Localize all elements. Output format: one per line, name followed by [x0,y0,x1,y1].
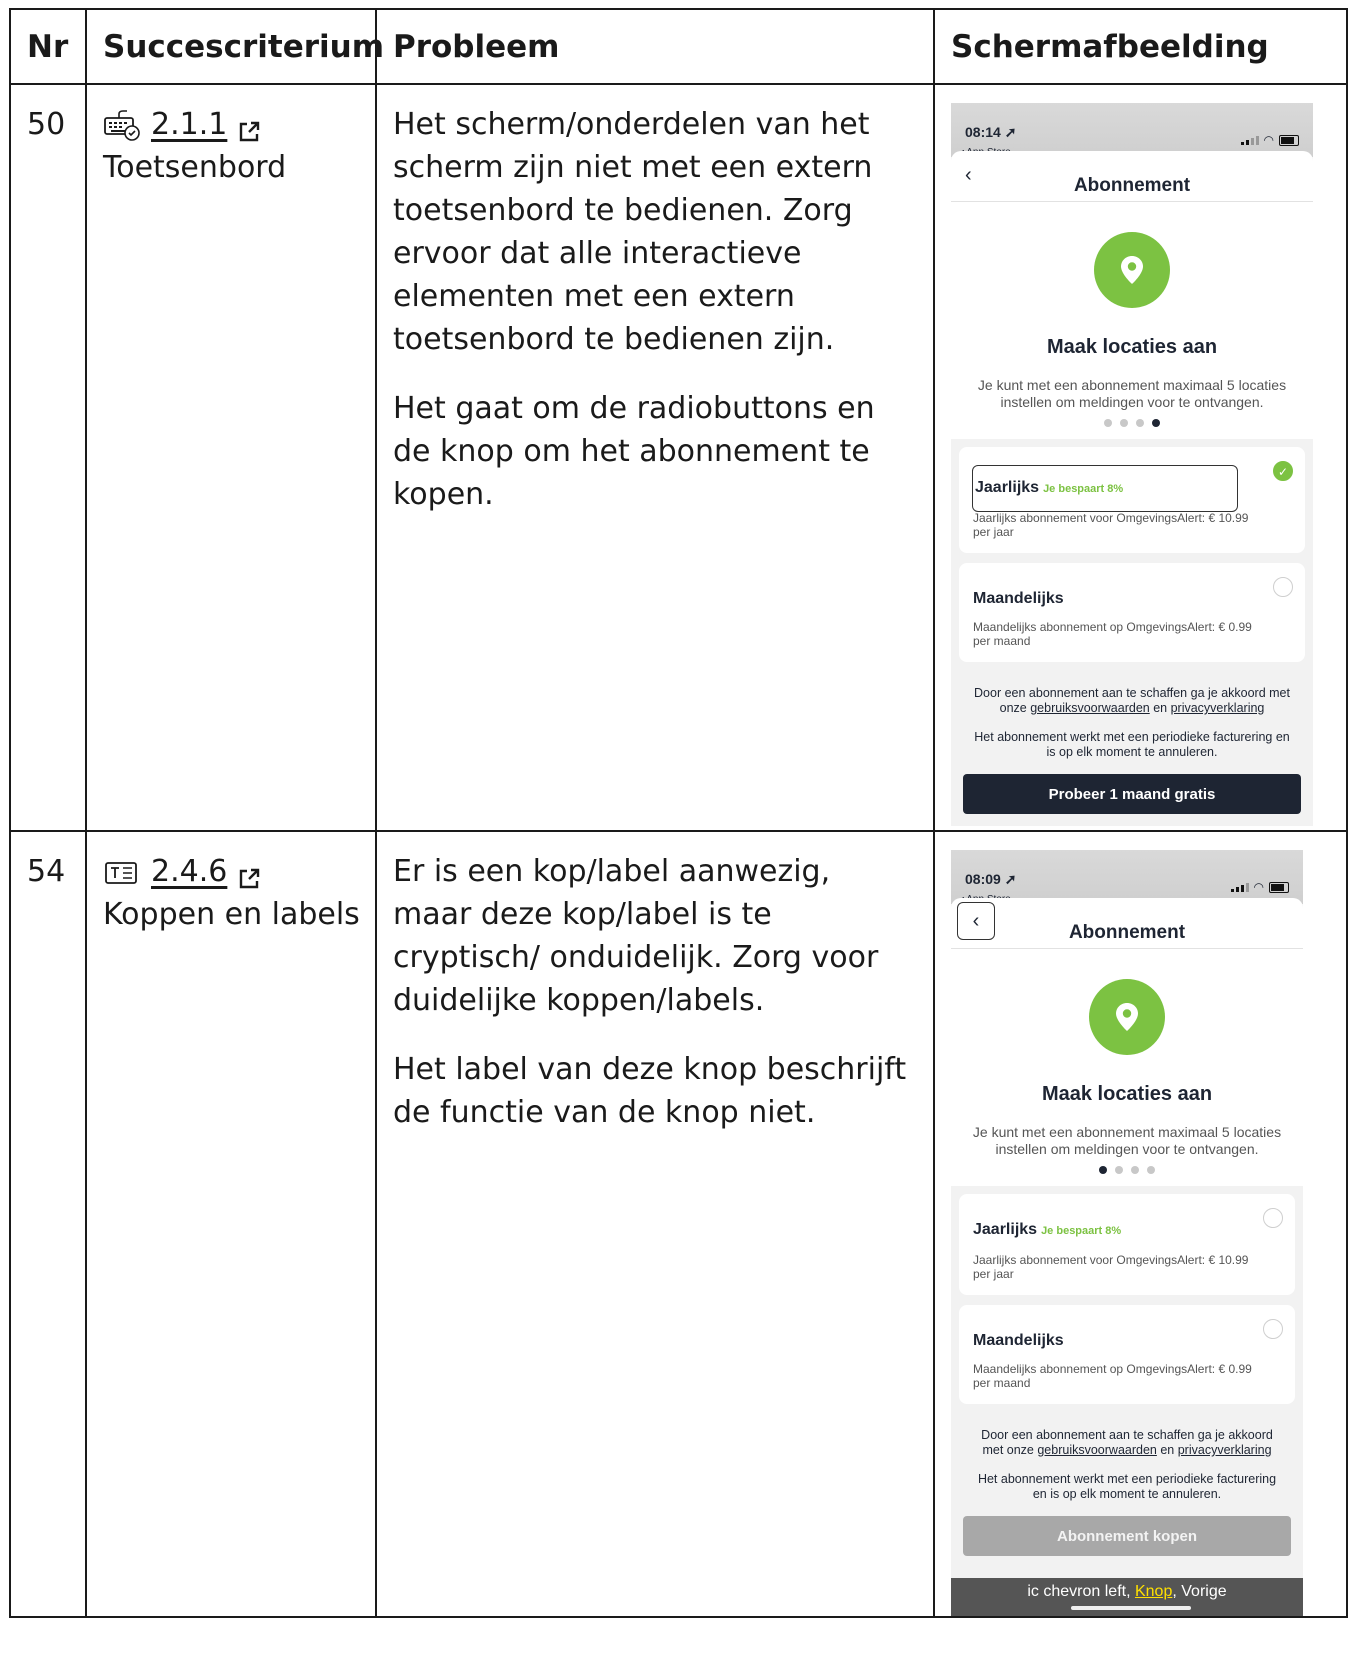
plan-option-yearly[interactable]: Jaarlijks Je bespaart 8% Jaarlijks abonne… [959,1194,1295,1295]
criterion-link[interactable]: 2.1.1 [151,103,227,146]
external-link-icon[interactable] [237,860,261,888]
nav-title: Abonnement [1068,922,1186,943]
radio-icon[interactable] [1263,1319,1283,1339]
radio-icon[interactable] [1263,1208,1283,1228]
table-row: 54 2.4.6 Koppen en labels Er is een kop/… [9,830,1348,1618]
plan-option-monthly[interactable]: Maandelijks Maandelijks abonnement op Om… [959,563,1305,662]
screenshot-cell: 08:14 ➚ ◂ App Store ◠ ‹ Abonnement [933,83,1348,832]
home-indicator [1071,1606,1191,1610]
savings-badge: Je bespaart 8% [1041,1225,1122,1237]
plan-description: Maandelijks abonnement op OmgevingsAlert… [973,1362,1252,1390]
plan-name: Maandelijks [973,590,1064,607]
terms-link[interactable]: gebruiksvoorwaarden [1030,701,1150,715]
criterion-cell: 2.4.6 Koppen en labels [85,830,377,1618]
plan-list: Jaarlijks Je bespaart 8% Jaarlijks abonne… [951,1186,1303,1404]
criterion-name: Toetsenbord [103,150,287,185]
page-dots [951,1166,1303,1186]
buy-subscription-button[interactable]: Abonnement kopen [963,1516,1291,1556]
feature-text: Je kunt met een abonnement maximaal 5 lo… [977,377,1287,410]
nav-bar: ‹ Abonnement [951,898,1303,949]
audit-table: Nr Succescriterium Probleem Schermafbeel… [9,8,1348,1618]
nav-bar: ‹ Abonnement [951,151,1313,202]
text-heading-icon [103,855,141,889]
legal-text: Door een abonnement aan te schaffen ga j… [951,1414,1303,1502]
status-bar: 08:14 ➚ ◂ App Store ◠ [951,103,1313,158]
phone-screenshot: 08:14 ➚ ◂ App Store ◠ ‹ Abonnement [951,103,1313,826]
signal-icon [1240,136,1259,145]
savings-badge: Je bespaart 8% [1043,483,1124,495]
keyboard-icon [103,108,141,142]
criterion-name: Koppen en labels [103,897,360,932]
problem-cell: Het scherm/onderdelen van het scherm zij… [375,83,935,832]
signal-icon [1230,883,1249,892]
feature-title: Maak locaties aan [1046,336,1218,358]
legal-text: Door een abonnement aan te schaffen ga j… [951,672,1313,760]
plan-description: Jaarlijks abonnement voor OmgevingsAlert… [973,1253,1249,1281]
phone-screenshot: 08:09 ➚ ◂ App Store ◠ ‹ Abonnement [951,850,1303,1616]
app-sheet: ‹ Abonnement Maak locaties aan Je kunt m… [951,151,1313,439]
feature-text: Je kunt met een abonnement maximaal 5 lo… [972,1124,1282,1157]
location-pin-icon [1089,979,1165,1055]
privacy-link[interactable]: privacyverklaring [1178,1443,1272,1457]
plan-name: Maandelijks [973,1332,1064,1349]
plan-name: Jaarlijks Je bespaart 8% [973,1221,1122,1238]
plan-description: Maandelijks abonnement op OmgevingsAlert… [973,620,1252,648]
header-criterion: Succescriterium [85,8,384,85]
status-bar: 08:09 ➚ ◂ App Store ◠ [951,850,1303,905]
problem-paragraph: Het scherm/onderdelen van het scherm zij… [393,107,873,357]
voiceover-caption: ic chevron left, Knop, Vorige [951,1578,1303,1616]
header-screenshot: Schermafbeelding [933,8,1348,85]
plan-list: Jaarlijks Je bespaart 8% Jaarlijks abonne… [951,439,1313,662]
header-row: Nr Succescriterium Probleem Schermafbeel… [9,8,1348,85]
plan-name: Jaarlijks Je bespaart 8% [972,465,1238,512]
battery-icon [1269,882,1289,893]
header-nr: Nr [9,8,87,85]
trial-button[interactable]: Probeer 1 maand gratis [963,774,1301,814]
location-pin-icon [1094,232,1170,308]
battery-icon [1279,135,1299,146]
problem-paragraph: Het label van deze knop beschrijft de fu… [393,1052,907,1130]
plan-description: Jaarlijks abonnement voor OmgevingsAlert… [973,511,1249,539]
radio-checked-icon[interactable]: ✓ [1273,461,1293,481]
feature-title: Maak locaties aan [1041,1083,1213,1105]
problem-paragraph: Er is een kop/label aanwezig, maar deze … [393,854,879,1018]
criterion-link[interactable]: 2.4.6 [151,850,227,893]
criterion-cell: 2.1.1 Toetsenbord [85,83,377,832]
header-problem: Probleem [375,8,935,85]
table-row: 50 2.1.1 Toetsenbord Het scherm/onderdel… [9,83,1348,832]
page-dots [951,419,1313,439]
external-link-icon[interactable] [237,113,261,141]
problem-cell: Er is een kop/label aanwezig, maar deze … [375,830,935,1618]
plan-option-yearly[interactable]: Jaarlijks Je bespaart 8% Jaarlijks abonne… [959,447,1305,553]
screenshot-cell: 08:09 ➚ ◂ App Store ◠ ‹ Abonnement [933,830,1348,1618]
row-number: 50 [9,83,87,832]
row-number: 54 [9,830,87,1618]
nav-title: Abonnement [1073,175,1191,196]
problem-paragraph: Het gaat om de radiobuttons en de knop o… [393,391,875,512]
privacy-link[interactable]: privacyverklaring [1171,701,1265,715]
plan-option-monthly[interactable]: Maandelijks Maandelijks abonnement op Om… [959,1305,1295,1404]
terms-link[interactable]: gebruiksvoorwaarden [1037,1443,1157,1457]
radio-icon[interactable] [1273,577,1293,597]
app-sheet: ‹ Abonnement Maak locaties aan Je kunt m… [951,898,1303,1186]
